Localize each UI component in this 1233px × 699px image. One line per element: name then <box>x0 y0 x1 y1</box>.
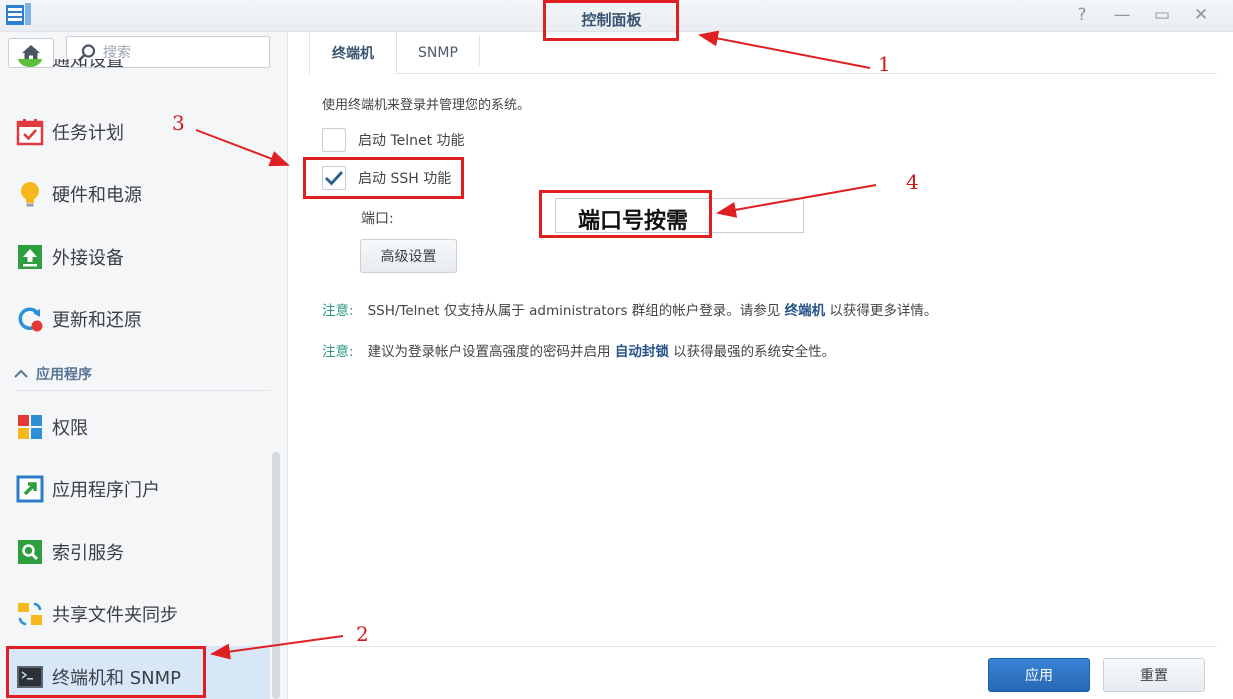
maximize-icon[interactable]: ▭ <box>1151 4 1173 26</box>
telnet-checkbox[interactable] <box>322 128 346 152</box>
sidebar-item-label: 应用程序门户 <box>52 480 160 501</box>
tab-divider <box>479 36 480 66</box>
section-label: 应用程序 <box>36 367 92 383</box>
sidebar-item-indexing-service[interactable]: 索引服务 <box>0 521 270 583</box>
note-text: 以获得更多详情。 <box>829 303 938 319</box>
minimize-icon[interactable]: — <box>1111 4 1133 26</box>
advanced-settings-button[interactable]: 高级设置 <box>360 239 457 273</box>
note-ssh-admin: 注意: SSH/Telnet 仅支持从属于 administrators 群组的帐… <box>322 299 937 319</box>
close-icon[interactable]: ✕ <box>1190 4 1212 26</box>
note-password-security: 注意: 建议为登录帐户设置高强度的密码并启用 自动封锁 以获得最强的系统安全性。 <box>322 340 835 360</box>
note-tag: 注意: <box>322 344 354 360</box>
grid-icon <box>18 415 42 439</box>
port-label: 端口: <box>361 211 394 227</box>
bulb-icon <box>21 182 39 207</box>
sidebar-item-label: 外接设备 <box>52 248 124 269</box>
sidebar-item-label: 终端机和 SNMP <box>52 668 181 689</box>
ssh-label: 启动 SSH 功能 <box>358 171 452 187</box>
terminal-help-link[interactable]: 终端机 <box>785 303 826 319</box>
description-text: 使用终端机来登录并管理您的系统。 <box>322 98 531 113</box>
port-value: 端口号按需 <box>578 208 689 234</box>
sidebar-item-terminal-snmp[interactable]: 终端机和 SNMP <box>6 646 270 699</box>
note-text: 建议为登录帐户设置高强度的密码并启用 <box>367 344 611 360</box>
help-icon[interactable]: ? <box>1071 4 1093 26</box>
tab-terminal[interactable]: 终端机 <box>309 32 397 75</box>
refresh-icon <box>18 307 43 332</box>
sidebar-item-hardware-power[interactable]: 硬件和电源 <box>0 163 270 225</box>
sidebar-item-label: 权限 <box>52 418 88 439</box>
terminal-icon <box>17 666 43 688</box>
annotation-number-2: 2 <box>356 622 369 646</box>
sidebar-item-label: 共享文件夹同步 <box>52 605 178 626</box>
footer-divider <box>309 646 1217 647</box>
sidebar-item-app-portal[interactable]: 应用程序门户 <box>0 458 270 520</box>
chevron-up-icon <box>14 369 28 378</box>
telnet-label: 启动 Telnet 功能 <box>358 133 465 149</box>
reset-button[interactable]: 重置 <box>1103 658 1205 692</box>
sidebar-item-label: 硬件和电源 <box>52 185 142 206</box>
upload-icon <box>18 245 42 269</box>
sidebar: 通知设置 任务计划 硬件和电源 <box>0 32 288 699</box>
control-panel-window: 控制面板 ? — ▭ ✕ 通知设置 <box>0 0 1233 699</box>
ssh-checkbox[interactable] <box>322 166 346 190</box>
checkmark-icon <box>325 171 344 186</box>
portal-icon <box>16 475 44 503</box>
annotation-number-1: 1 <box>878 52 891 76</box>
sidebar-item-privileges[interactable]: 权限 <box>0 396 270 458</box>
sidebar-item-label: 更新和还原 <box>52 310 142 331</box>
calendar-check-icon <box>16 119 44 146</box>
sidebar-item-update-restore[interactable]: 更新和还原 <box>0 288 270 350</box>
sidebar-item-task-scheduler[interactable]: 任务计划 <box>0 101 270 163</box>
tab-bar: 终端机 SNMP <box>309 32 1217 75</box>
folder-sync-icon <box>18 602 42 626</box>
annotation-number-3: 3 <box>172 111 185 135</box>
ssh-option[interactable]: 启动 SSH 功能 <box>322 166 451 190</box>
port-input[interactable]: 端口号按需 <box>555 198 804 234</box>
sidebar-item-label: 索引服务 <box>52 543 124 564</box>
sidebar-item-external-devices[interactable]: 外接设备 <box>0 226 270 288</box>
note-text: SSH/Telnet 仅支持从属于 administrators 群组的帐户登录… <box>367 303 781 319</box>
tab-snmp[interactable]: SNMP <box>397 32 479 74</box>
control-panel-icon <box>6 3 31 25</box>
telnet-option[interactable]: 启动 Telnet 功能 <box>322 128 465 152</box>
note-tag: 注意: <box>322 303 354 319</box>
annotation-number-4: 4 <box>906 170 919 194</box>
section-header-applications[interactable]: 应用程序 <box>0 360 270 388</box>
main-content: 终端机 SNMP 使用终端机来登录并管理您的系统。 启动 Telnet 功能 启… <box>289 32 1233 699</box>
sidebar-item-shared-folder-sync[interactable]: 共享文件夹同步 <box>0 583 270 645</box>
sidebar-scrollbar[interactable] <box>272 452 280 699</box>
apply-button[interactable]: 应用 <box>988 658 1090 692</box>
sidebar-item-label: 任务计划 <box>52 123 124 144</box>
auto-block-link[interactable]: 自动封锁 <box>615 344 669 360</box>
search-index-icon <box>18 540 42 564</box>
divider <box>14 390 270 391</box>
title-bar: 控制面板 ? — ▭ ✕ <box>0 0 1233 32</box>
note-text: 以获得最强的系统安全性。 <box>673 344 836 360</box>
